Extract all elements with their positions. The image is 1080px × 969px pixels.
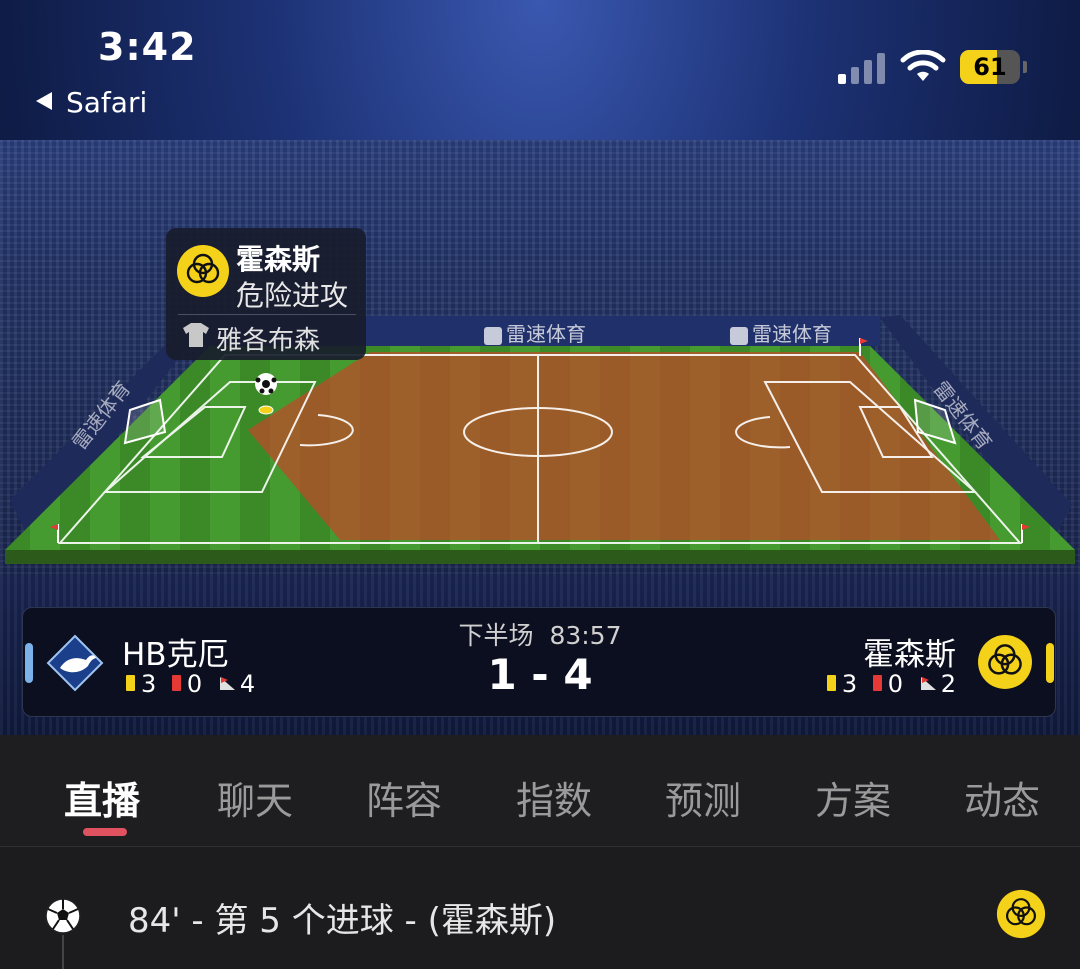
status-time: 3:42 <box>98 25 197 69</box>
away-yellow-count: 3 <box>841 670 858 698</box>
tab-chat[interactable]: 聊天 <box>217 770 293 825</box>
home-corner-count: 4 <box>239 670 256 698</box>
horsens-logo-icon <box>978 635 1032 689</box>
home-yellow-count: 3 <box>141 670 157 698</box>
event-description: 84' - 第 5 个进球 - (霍森斯) <box>128 901 557 941</box>
red-card-icon <box>171 675 181 691</box>
soccer-ball-icon <box>45 898 81 934</box>
corner-flag-icon <box>920 677 936 690</box>
home-red-count: 0 <box>186 670 203 698</box>
home-team-name: HB克厄 <box>122 637 229 673</box>
back-to-safari-link[interactable]: Safari <box>36 86 147 119</box>
home-color-bar <box>25 643 33 683</box>
ad-board-label: 雷速体育 <box>484 318 586 347</box>
status-bar: 3:42 Safari 61 <box>0 0 1080 120</box>
tooltip-action: 危险进攻 <box>236 279 349 312</box>
hb-koge-logo-icon <box>46 634 104 692</box>
active-tab-indicator <box>83 828 127 836</box>
wifi-icon <box>900 50 946 81</box>
battery-percent: 61 <box>973 53 1007 81</box>
tab-lineup[interactable]: 阵容 <box>366 770 442 825</box>
home-team-stats: 3 0 4 <box>126 670 255 698</box>
match-clock: 83:57 <box>549 621 622 650</box>
tooltip-divider <box>178 314 356 315</box>
away-color-bar <box>1046 643 1054 683</box>
yellow-card-icon <box>126 675 135 691</box>
away-corner-count: 2 <box>940 670 956 698</box>
back-arrow-icon <box>36 92 52 110</box>
attack-tooltip: 霍森斯 危险进攻 雅各布森 <box>166 228 366 360</box>
tab-feed[interactable]: 动态 <box>964 770 1040 825</box>
match-period: 下半场 83:57 <box>458 621 622 650</box>
away-team-stats: 3 0 2 <box>826 670 956 698</box>
ad-board-label: 雷速体育 <box>730 318 832 347</box>
tab-live[interactable]: 直播 <box>64 770 140 825</box>
timeline-connector <box>62 935 64 969</box>
away-red-count: 0 <box>887 670 904 698</box>
away-team-name: 霍森斯 <box>863 637 956 673</box>
tab-prediction[interactable]: 预测 <box>665 770 741 825</box>
tooltip-team-name: 霍森斯 <box>236 243 321 276</box>
tab-plans[interactable]: 方案 <box>815 770 891 825</box>
battery-icon: 61 <box>960 50 1027 84</box>
horsens-logo-icon <box>996 889 1046 939</box>
back-label: Safari <box>66 86 148 119</box>
cellular-signal-icon <box>838 52 886 84</box>
match-score: 1 - 4 <box>487 650 593 699</box>
yellow-card-icon <box>826 675 836 691</box>
tooltip-player-name: 雅各布森 <box>216 326 321 356</box>
red-card-icon <box>872 675 882 691</box>
corner-flag-icon <box>219 677 235 690</box>
horsens-logo-icon <box>177 245 229 297</box>
jersey-icon <box>183 323 209 347</box>
tab-odds[interactable]: 指数 <box>516 770 592 825</box>
